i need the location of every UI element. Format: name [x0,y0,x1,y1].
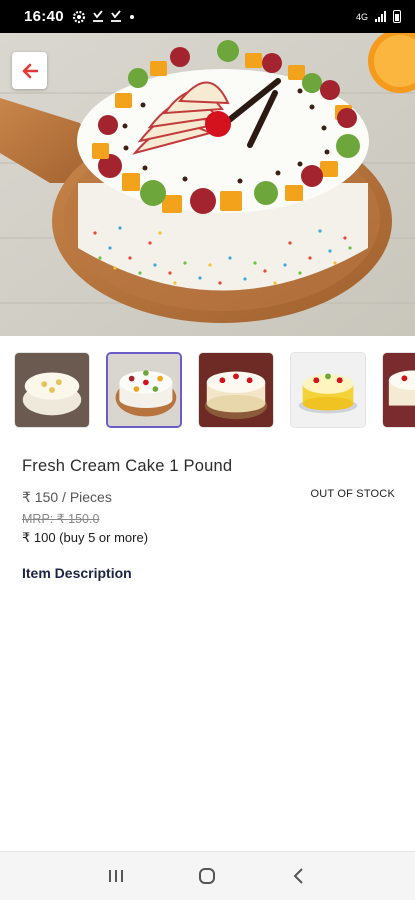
stock-status: OUT OF STOCK [310,488,395,500]
product-hero-image [0,33,415,336]
system-nav-bar [0,851,415,900]
thumbnail-1[interactable] [14,352,90,428]
settings-icon [72,10,85,23]
status-bar: 16:40 4G [0,0,415,33]
back-nav-button[interactable] [279,861,319,891]
back-arrow-icon [22,63,38,78]
product-detail-screen: Fresh Cream Cake 1 Pound ₹ 150 / Pieces … [0,33,415,851]
battery-icon [393,10,401,23]
home-icon [199,868,216,884]
product-mrp: MRP: ₹ 150.0 [22,512,100,526]
thumbnail-5-image [383,353,415,427]
network-type: 4G [355,11,368,22]
item-description-heading: Item Description [22,565,132,581]
thumbnail-1-image [15,353,89,427]
home-button[interactable] [187,861,227,891]
thumbnail-2[interactable] [106,352,182,428]
chevron-left-icon [293,868,303,884]
dot-icon [129,14,134,19]
thumbnail-2-image [108,354,180,426]
thumbnail-3[interactable] [198,352,274,428]
back-button[interactable] [12,52,47,89]
product-title: Fresh Cream Cake 1 Pound [22,457,233,475]
download-icon [92,10,103,22]
notification-icons [72,10,136,24]
recent-apps-button[interactable] [96,861,136,891]
thumbnail-3-image [199,353,273,427]
status-time: 16:40 [24,8,64,25]
signal-icon [375,11,386,22]
status-right: 4G [356,10,401,23]
cake-photo [0,33,415,336]
recent-apps-icon [108,870,123,882]
thumbnail-5[interactable] [382,352,415,428]
status-left: 16:40 [24,8,136,25]
download-icon [110,10,121,22]
bulk-offer: ₹ 100 (buy 5 or more) [22,530,149,545]
image-thumbnail-strip[interactable] [14,352,415,428]
thumbnail-4[interactable] [290,352,366,428]
product-price: ₹ 150 / Pieces [22,489,112,505]
thumbnail-4-image [291,353,365,427]
